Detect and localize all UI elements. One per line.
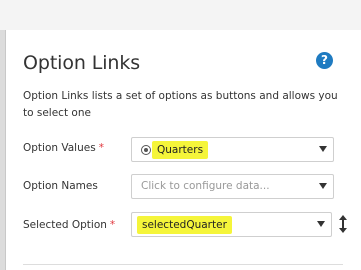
chevron-down-icon[interactable] — [317, 221, 325, 227]
option-values-value: Quarters — [152, 141, 209, 159]
option-values-select[interactable]: Quarters — [131, 137, 334, 162]
required-marker: * — [98, 142, 104, 154]
help-icon[interactable]: ? — [316, 52, 333, 69]
option-values-label-text: Option Values — [23, 142, 96, 154]
chevron-down-icon[interactable] — [319, 146, 327, 152]
option-names-label: Option Names — [23, 180, 98, 192]
selected-option-label-text: Selected Option — [23, 219, 107, 231]
panel-title: Option Links — [23, 52, 141, 74]
chevron-down-icon[interactable] — [319, 183, 327, 189]
panel-description: Option Links lists a set of options as b… — [23, 90, 338, 119]
required-marker: * — [109, 219, 116, 231]
option-names-label-text: Option Names — [23, 180, 98, 192]
option-names-placeholder: Click to configure data... — [141, 180, 270, 192]
selected-option-value: selectedQuarter — [137, 216, 232, 234]
top-strip — [0, 0, 361, 30]
radio-icon — [141, 145, 151, 155]
option-names-select[interactable]: Click to configure data... — [131, 174, 334, 199]
section-divider — [23, 264, 343, 265]
sort-vertical-icon[interactable] — [338, 215, 348, 233]
selected-option-select[interactable]: selectedQuarter — [131, 212, 332, 237]
left-panel-border — [5, 30, 6, 270]
option-values-label: Option Values * — [23, 142, 104, 154]
selected-option-label: Selected Option * — [23, 219, 115, 231]
